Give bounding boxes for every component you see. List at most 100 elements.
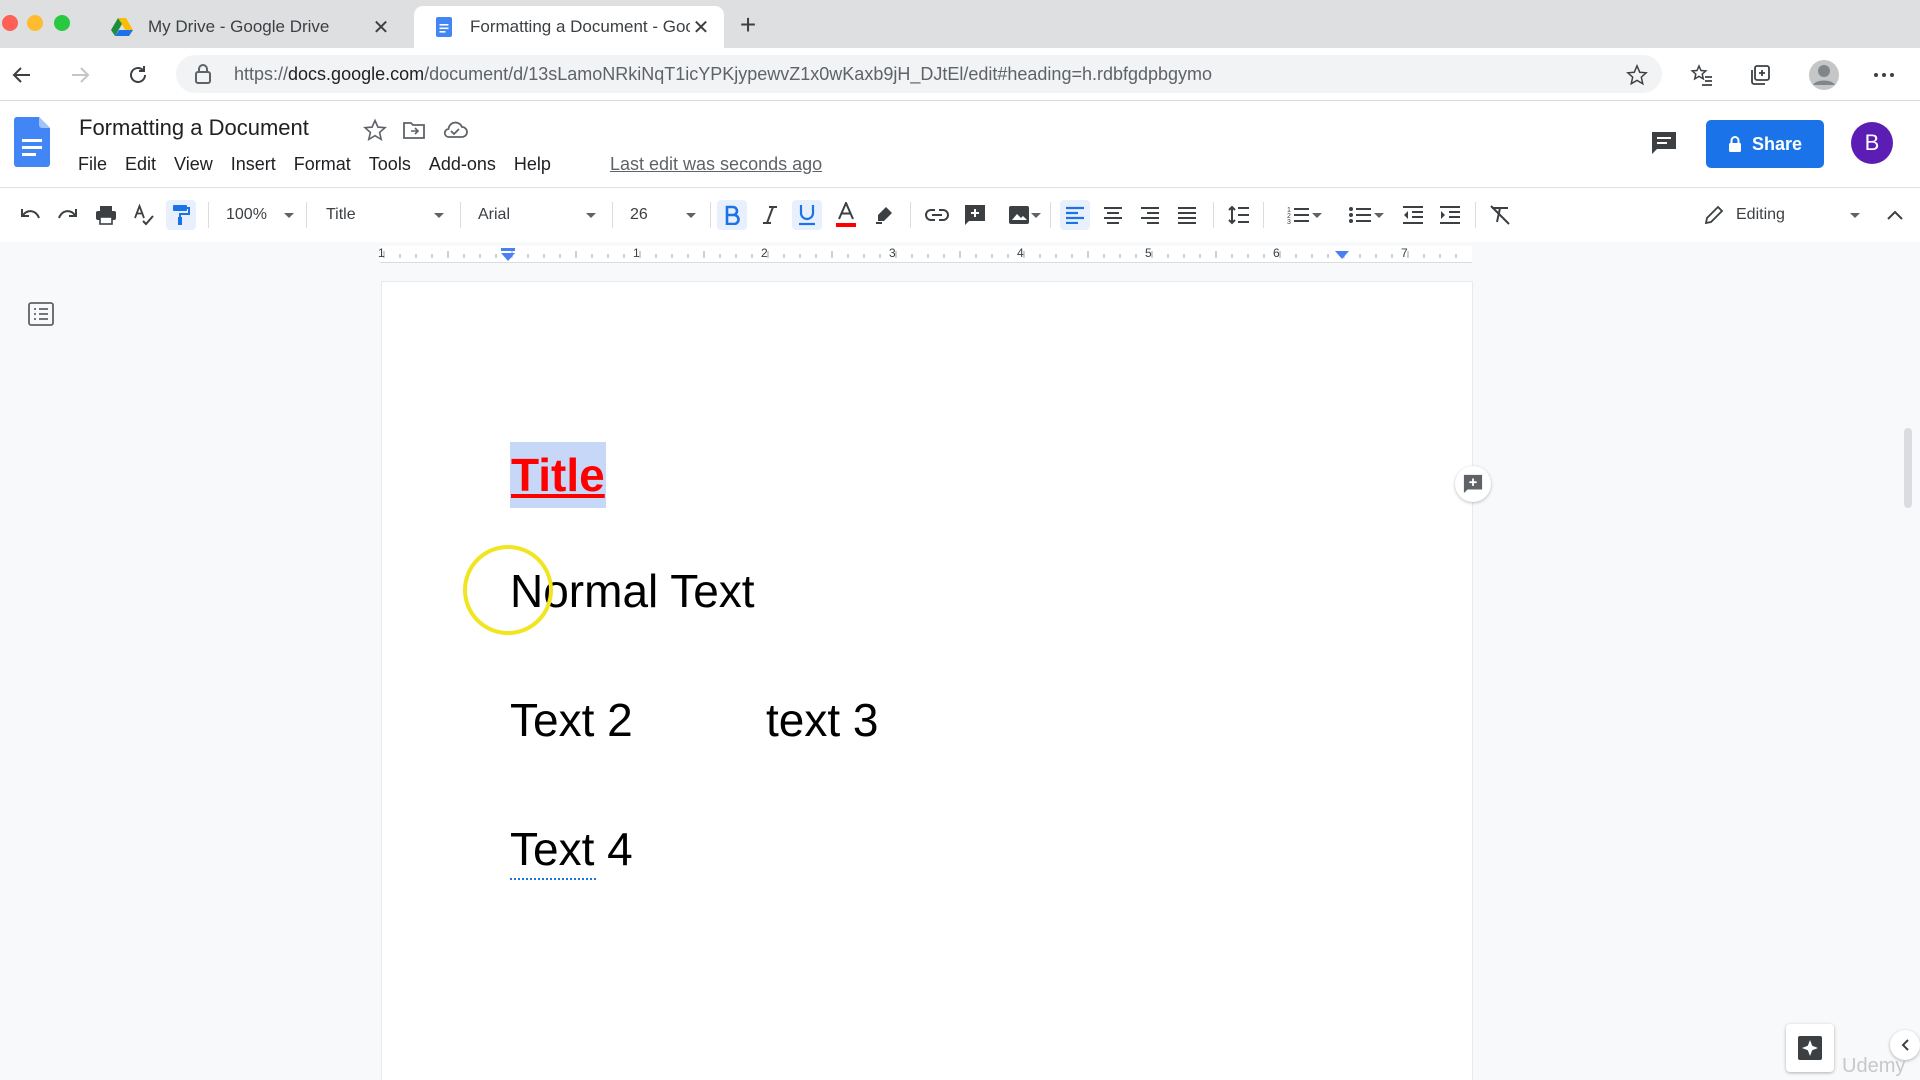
right-indent-marker-icon[interactable] — [1334, 250, 1350, 260]
minimize-window-button[interactable] — [27, 15, 43, 31]
highlighter-icon — [876, 207, 892, 224]
left-indent-marker-icon[interactable] — [500, 248, 516, 262]
horizontal-ruler[interactable]: 1 1 2 3 4 5 6 7 — [0, 242, 1920, 266]
document-page[interactable]: Title Normal Text Text 2 text 3 Text 4 — [382, 282, 1472, 1080]
font-size-select[interactable]: 26 — [630, 200, 700, 230]
browser-menu-button[interactable] — [1870, 61, 1898, 89]
tab-formatting-document[interactable]: Formatting a Document - Google Docs ✕ — [414, 6, 724, 48]
menu-tools[interactable]: Tools — [360, 154, 420, 175]
reload-icon — [130, 66, 146, 83]
chevron-up-icon — [1887, 210, 1903, 220]
print-button[interactable] — [91, 200, 121, 230]
star-icon[interactable] — [363, 118, 387, 142]
highlight-color-button[interactable] — [869, 200, 899, 230]
share-label: Share — [1751, 133, 1803, 154]
text-color-icon — [836, 202, 856, 227]
title-heading-selected[interactable]: Title — [510, 442, 606, 508]
editing-mode-select[interactable]: Editing — [1704, 200, 1860, 230]
collapse-menus-button[interactable] — [1880, 200, 1910, 230]
paragraph-style-select[interactable]: Title — [326, 200, 446, 230]
move-folder-icon[interactable] — [402, 119, 426, 141]
document-outline-icon[interactable] — [28, 302, 54, 326]
forward-button[interactable] — [66, 61, 94, 89]
align-center-button[interactable] — [1098, 200, 1128, 230]
line-spacing-button[interactable] — [1224, 200, 1254, 230]
share-button[interactable]: Share — [1706, 120, 1824, 168]
url-scheme: https:// — [234, 64, 289, 84]
favorites-button[interactable] — [1688, 61, 1716, 89]
google-docs-logo-icon[interactable] — [14, 117, 50, 167]
zoom-select[interactable]: 100% — [226, 200, 294, 230]
tab-my-drive[interactable]: My Drive - Google Drive ✕ — [92, 6, 404, 48]
add-comment-button[interactable] — [960, 200, 990, 230]
close-window-button[interactable] — [2, 15, 18, 31]
toolbar-divider — [1213, 202, 1214, 228]
caret-down-icon — [1312, 213, 1322, 218]
menu-add-ons[interactable]: Add-ons — [420, 154, 505, 175]
bulleted-list-button[interactable] — [1338, 200, 1384, 230]
increase-indent-icon — [1440, 206, 1460, 224]
profile-button[interactable] — [1806, 57, 1842, 93]
close-icon[interactable]: ✕ — [690, 16, 712, 39]
vertical-scrollbar-thumb[interactable] — [1904, 428, 1912, 508]
document-title-input[interactable]: Formatting a Document — [79, 115, 309, 141]
align-left-button[interactable] — [1060, 200, 1090, 230]
menu-help[interactable]: Help — [505, 154, 560, 175]
paint-format-button[interactable] — [166, 200, 196, 230]
font-family-select[interactable]: Arial — [478, 200, 600, 230]
align-right-button[interactable] — [1135, 200, 1165, 230]
new-tab-button[interactable]: + — [734, 11, 762, 40]
menu-view[interactable]: View — [165, 154, 222, 175]
bold-button[interactable] — [717, 200, 747, 230]
redo-button[interactable] — [53, 200, 83, 230]
menu-insert[interactable]: Insert — [222, 154, 285, 175]
caret-down-icon — [586, 213, 596, 218]
insert-image-button[interactable] — [998, 200, 1041, 230]
browser-tab-strip: My Drive - Google Drive ✕ Formatting a D… — [0, 0, 1920, 48]
clear-formatting-button[interactable] — [1485, 200, 1515, 230]
explore-button[interactable] — [1786, 1024, 1834, 1072]
caret-down-icon — [1850, 213, 1860, 218]
insert-link-button[interactable] — [922, 200, 952, 230]
editing-mode-value: Editing — [1736, 206, 1785, 223]
menu-edit[interactable]: Edit — [116, 154, 165, 175]
more-horizontal-icon — [1874, 73, 1894, 77]
ruler-number: 1 — [378, 246, 385, 260]
italic-button[interactable] — [755, 200, 785, 230]
justify-button[interactable] — [1172, 200, 1202, 230]
spelling-check-button[interactable] — [129, 200, 159, 230]
maximize-window-button[interactable] — [54, 15, 70, 31]
line-spacing-icon — [1228, 205, 1249, 225]
comment-history-icon[interactable] — [1650, 130, 1678, 156]
account-avatar[interactable]: B — [1851, 122, 1893, 164]
collections-button[interactable] — [1746, 61, 1774, 89]
ruler-number: 6 — [1273, 246, 1280, 260]
add-comment-icon — [965, 205, 985, 225]
back-button[interactable] — [8, 61, 36, 89]
text-2-paragraph[interactable]: Text 2 — [510, 693, 633, 747]
increase-indent-button[interactable] — [1435, 200, 1465, 230]
text-3-tabbed-text[interactable]: text 3 — [766, 693, 879, 747]
decrease-indent-icon — [1403, 206, 1423, 224]
profile-icon — [1809, 60, 1839, 90]
cloud-saved-icon[interactable] — [442, 120, 468, 140]
align-right-icon — [1141, 207, 1159, 224]
decrease-indent-button[interactable] — [1398, 200, 1428, 230]
tab-label: Formatting a Document - Google Docs — [470, 17, 690, 36]
last-edit-link[interactable]: Last edit was seconds ago — [610, 154, 822, 175]
close-icon[interactable]: ✕ — [370, 16, 392, 39]
text-4-paragraph[interactable]: Text 4 — [510, 822, 633, 876]
numbered-list-button[interactable]: 123 — [1276, 200, 1322, 230]
add-comment-floating-button[interactable] — [1455, 466, 1491, 502]
text-color-button[interactable] — [831, 200, 861, 230]
menu-file[interactable]: File — [78, 154, 116, 175]
underline-button[interactable] — [792, 200, 822, 230]
address-input[interactable]: https://docs.google.com/document/d/13sLa… — [176, 55, 1662, 93]
bookmark-star-button[interactable] — [1623, 61, 1651, 89]
reload-button[interactable] — [124, 61, 152, 89]
ruler-number: 1 — [633, 246, 640, 260]
explore-icon — [1798, 1036, 1822, 1060]
undo-button[interactable] — [15, 200, 45, 230]
menu-format[interactable]: Format — [285, 154, 360, 175]
lock-icon — [1728, 136, 1741, 152]
